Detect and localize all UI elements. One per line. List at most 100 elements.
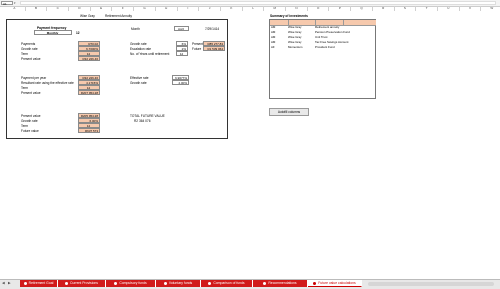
term2-label: Term [21,86,29,90]
sheet-tab[interactable]: Voluntary funds [156,280,201,287]
column-header[interactable]: H [156,6,178,11]
growth-rate3-value[interactable]: 2.00% [172,80,189,85]
name-box[interactable]: A1 [1,1,13,6]
sheet-tab-icon [163,281,167,285]
company-name: Wise Gray [80,14,95,18]
column-header[interactable]: B [26,6,48,11]
payments-label: Payments [21,42,36,46]
sheet-tab-icon [208,281,212,285]
date-value: 7/29/1414 [205,27,220,31]
chevron-down-icon[interactable]: ▾ [14,2,16,5]
column-header[interactable]: S [395,6,417,11]
sheet-tab-label: Voluntary funds [168,281,193,285]
present-value4-label: Present value [21,114,41,118]
summary-cell-holder: Wise Gray [288,30,302,34]
future-value[interactable]: R1 539 064 [203,46,225,51]
total-future-value: R2 364 076 [134,119,151,123]
column-header[interactable]: R [373,6,395,11]
growth-rate3-label: Growth rate [130,81,147,85]
column-header[interactable]: L [243,6,265,11]
column-header[interactable]: J [199,6,221,11]
summary-cell-holder: Momentum [288,45,303,49]
future-value-label: Future value [21,129,39,133]
summary-cell-product: Tax Free Savings Account [315,40,349,44]
month-label: Month [131,27,140,31]
resultant-rate-label: Resultant rate using the effective rate [21,81,74,85]
formula-input[interactable] [20,1,496,5]
sheet-tab[interactable]: Retirement Goal [20,280,58,287]
growth-rate2-label: Growth rate [130,42,147,46]
sheet-tab-icon [114,281,118,285]
summary-cell-code: AM [271,30,276,34]
sheet-tab-icon [23,281,27,285]
sheet-tab[interactable]: Compulsory funds [106,280,156,287]
payment-per-year-label: Payment per year [21,76,47,80]
summary-cell-code: AM [271,40,276,44]
term3-label: Term [21,124,29,128]
column-header[interactable]: F [113,6,135,11]
summary-title: Summary of investments [270,14,308,18]
column-header[interactable]: C [47,6,70,11]
growth-rate4-label: Growth rate [21,119,38,123]
tab-scroll-left-icon[interactable]: ◀ [2,281,5,285]
column-header[interactable]: G [134,6,156,11]
autofill-columns-button[interactable]: Autofill columns [269,108,309,116]
sheet-tab-icon [263,281,267,285]
tab-scroll-right-icon[interactable]: ▶ [8,281,11,285]
sheet-tab-icon [65,281,69,285]
years-label: No. of Years until retirement [130,52,170,56]
present-value3-label: Present value [21,91,41,95]
section-title: Retirement Annuity [105,14,132,18]
summary-cell-product: Pension Preservation Fund [315,30,350,34]
term-label: Term [21,52,29,56]
summary-cell-code: AM [271,35,276,39]
summary-divider [343,20,344,25]
sheet-tab[interactable]: Recommendations [253,280,308,287]
payment-frequency-num: 12 [76,31,80,35]
column-header[interactable]: W [481,6,500,11]
column-header[interactable]: O [308,6,330,11]
column-header[interactable]: M [264,6,287,11]
sheet-tab[interactable]: Comparison of funds [201,280,253,287]
summary-cell-product: Retirement annuity [315,25,340,29]
sheet-tab-label: Retirement Goal [28,281,54,285]
sheet-tab-label: Recommendations [268,281,297,285]
column-header[interactable]: A [4,6,26,11]
horizontal-scrollbar[interactable] [368,282,494,286]
sheet-tab-icon [313,281,317,285]
column-header[interactable]: V [460,6,482,11]
summary-cell-product: Unit Trust [315,35,328,39]
summary-cell-code: AM [271,25,276,29]
month-value[interactable]: April [174,26,189,31]
present-label: Present [192,42,203,46]
summary-cell-code: AF [271,45,275,49]
growth-rate-label: Growth rate [21,47,38,51]
summary-cell-product: Provident Fund [315,45,335,49]
present-value3-value[interactable]: R207 954.28 [78,90,100,95]
summary-cell-holder: Wise Gray [288,40,302,44]
present-value-label: Present value [21,57,41,61]
column-header[interactable]: U [438,6,460,11]
summary-cell-holder: Wise Gray [288,35,302,39]
column-header[interactable]: N [286,6,308,11]
total-future-value-label: TOTAL FUTURE VALUE [130,114,165,118]
column-header[interactable]: D [69,6,91,11]
present-value-value[interactable]: R32 226.46 [78,56,100,61]
column-header[interactable]: I [178,6,200,11]
years-value[interactable]: 12 [176,51,188,56]
sheet-tab-label: Current Provisions [70,281,98,285]
column-header[interactable]: Q [351,6,373,11]
escalation-label: Escalation rate [130,47,152,51]
column-header[interactable]: T [416,6,438,11]
future-label: Future [192,47,202,51]
payment-frequency-value[interactable]: Monthly [34,30,72,35]
column-header[interactable]: P [330,6,352,11]
future-value-value[interactable]: R637 573 [78,128,100,133]
sheet-tab[interactable]: Future value calculations [308,280,362,287]
column-header[interactable]: K [221,6,243,11]
column-header[interactable]: E [91,6,113,11]
sheet-tab-label: Comparison of funds [213,281,245,285]
sheet-tab[interactable]: Current Provisions [58,280,106,287]
sheet-tab-label: Future value calculations [318,281,356,285]
sheet-tab-label: Compulsory funds [119,281,147,285]
